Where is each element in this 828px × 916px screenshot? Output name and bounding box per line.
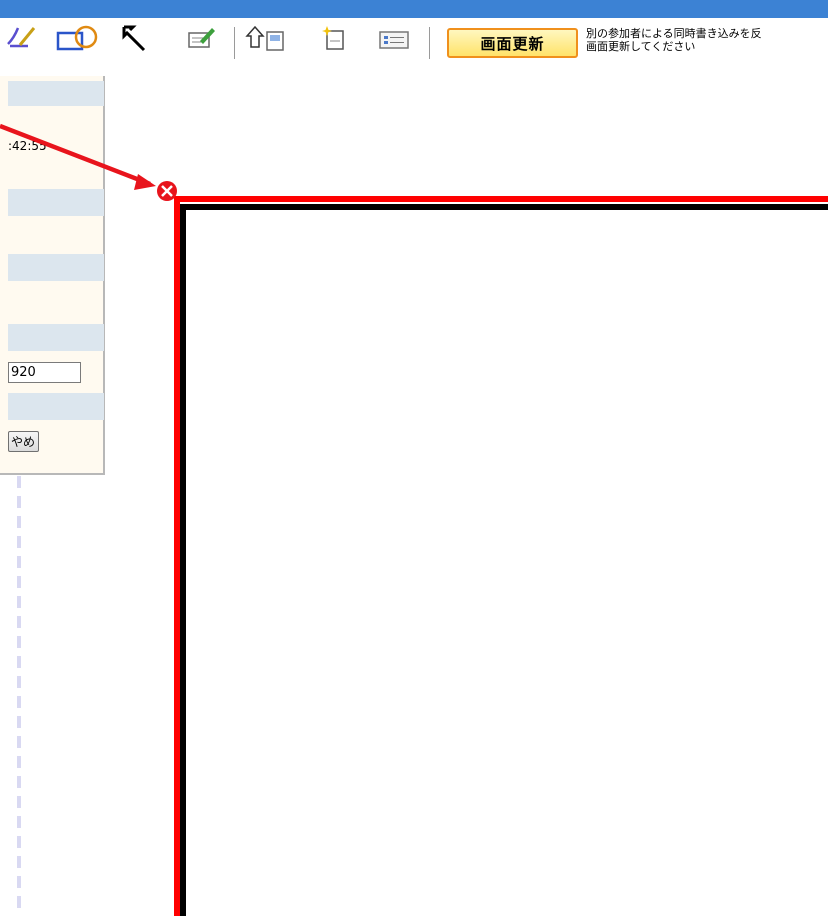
annotation-layer (0, 123, 177, 201)
annotation-arrow (0, 123, 156, 190)
close-circle-icon[interactable] (157, 181, 177, 201)
